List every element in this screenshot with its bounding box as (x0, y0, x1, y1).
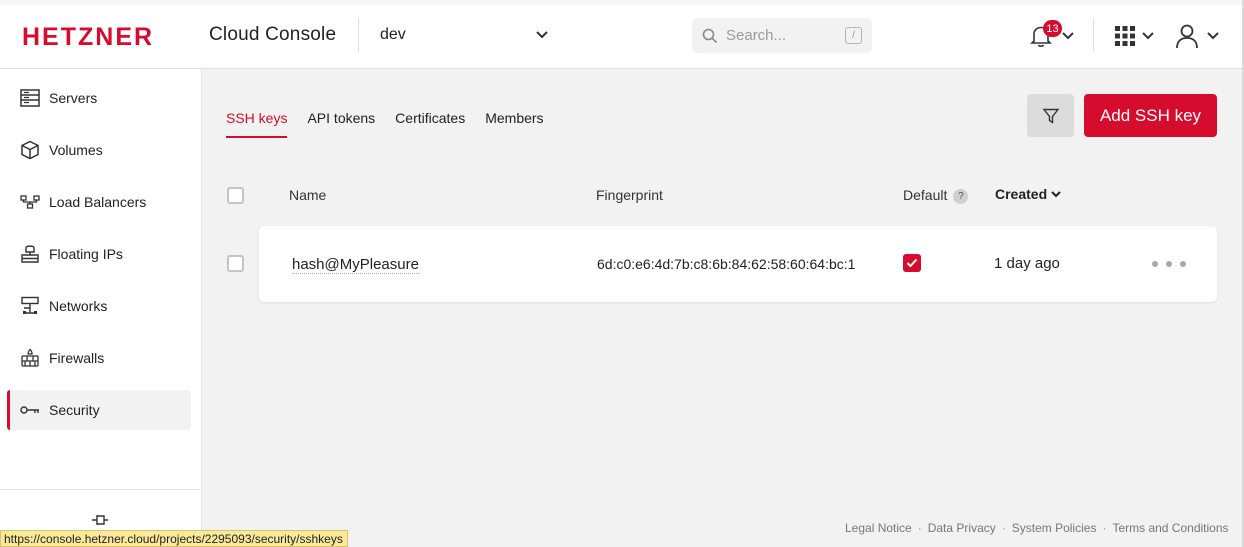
sidebar-divider (0, 489, 201, 490)
tab-certificates[interactable]: Certificates (395, 110, 465, 138)
hetzner-logo[interactable]: HETZNER (22, 25, 194, 47)
chevron-down-icon (1062, 32, 1074, 40)
sidebar: Servers Volumes Load Balancers Floating … (0, 69, 202, 547)
sidebar-item-volumes[interactable]: Volumes (7, 130, 191, 170)
search-input[interactable] (726, 27, 845, 44)
sidebar-item-servers[interactable]: Servers (7, 78, 191, 118)
sidebar-item-load-balancers[interactable]: Load Balancers (7, 182, 191, 222)
sidebar-item-networks[interactable]: Networks (7, 286, 191, 326)
project-select[interactable]: dev (380, 18, 548, 52)
ssh-key-created: 1 day ago (994, 255, 1060, 272)
column-header-default: Default? (903, 187, 969, 204)
column-header-created-label: Created (995, 186, 1048, 202)
floating-ip-icon (20, 244, 40, 264)
footer-separator: · (1102, 521, 1107, 535)
browser-status-url: https://console.hetzner.cloud/projects/2… (0, 530, 348, 547)
sidebar-item-label: Servers (49, 90, 98, 106)
footer-separator: · (917, 521, 922, 535)
security-tabs: SSH keys API tokens Certificates Members (226, 110, 564, 138)
column-header-name[interactable]: Name (289, 187, 326, 203)
row-checkbox[interactable] (227, 255, 244, 272)
column-header-default-label: Default (903, 187, 948, 203)
sidebar-item-label: Volumes (49, 142, 103, 158)
project-select-value: dev (380, 26, 406, 43)
footer-links: Legal Notice · Data Privacy · System Pol… (845, 521, 1229, 535)
chevron-down-icon (1207, 32, 1219, 40)
filter-icon (1042, 108, 1059, 124)
sidebar-item-floating-ips[interactable]: Floating IPs (7, 234, 191, 274)
header-divider (358, 18, 359, 52)
header-top-strip (0, 0, 1244, 5)
footer-link-data-privacy[interactable]: Data Privacy (928, 521, 996, 535)
footer-link-system-policies[interactable]: System Policies (1012, 521, 1097, 535)
select-all-checkbox[interactable] (227, 187, 244, 204)
tab-ssh-keys[interactable]: SSH keys (226, 110, 288, 138)
table-row[interactable]: hash@MyPleasure 6d:c0:e6:4d:7b:c8:6b:84:… (259, 226, 1217, 302)
chevron-down-icon (1142, 32, 1154, 40)
search-shortcut-hint: / (845, 27, 862, 44)
grid-icon (1115, 26, 1135, 46)
default-checkbox[interactable] (903, 254, 921, 272)
network-icon (20, 296, 40, 316)
sidebar-item-firewalls[interactable]: Firewalls (7, 338, 191, 378)
sidebar-item-label: Firewalls (49, 350, 105, 366)
footer-link-legal-notice[interactable]: Legal Notice (845, 521, 912, 535)
firewall-icon (20, 348, 40, 368)
load-balancer-icon (20, 192, 40, 212)
footer-link-terms[interactable]: Terms and Conditions (1112, 521, 1228, 535)
add-ssh-key-button[interactable]: Add SSH key (1084, 94, 1217, 137)
column-header-fingerprint: Fingerprint (596, 187, 663, 203)
apps-menu-button[interactable] (1114, 23, 1160, 49)
sidebar-item-security[interactable]: Security (7, 390, 191, 430)
server-icon (20, 88, 40, 108)
brand-text: HETZNER (22, 25, 154, 47)
checkmark-icon (906, 258, 918, 268)
filter-button[interactable] (1027, 94, 1074, 137)
tab-members[interactable]: Members (485, 110, 543, 138)
dot-icon (1180, 261, 1186, 267)
chevron-down-icon (536, 31, 548, 39)
sidebar-item-label: Networks (49, 298, 108, 314)
footer-separator: · (1001, 521, 1006, 535)
dot-icon (1152, 261, 1158, 267)
tab-api-tokens[interactable]: API tokens (307, 110, 375, 138)
sidebar-item-label: Floating IPs (49, 246, 123, 262)
top-header: HETZNER Cloud Console dev / 13 (0, 0, 1244, 69)
ssh-key-fingerprint: 6d:c0:e6:4d:7b:c8:6b:84:62:58:60:64:bc:1 (597, 256, 856, 272)
app-title: Cloud Console (209, 24, 337, 45)
search-icon (702, 28, 718, 43)
column-header-created[interactable]: Created (995, 186, 1061, 202)
chevron-down-icon (1051, 190, 1061, 197)
help-icon[interactable]: ? (953, 188, 969, 204)
key-icon (20, 400, 40, 420)
header-divider (1093, 18, 1094, 52)
ssh-key-name[interactable]: hash@MyPleasure (292, 256, 419, 274)
user-menu-button[interactable] (1175, 22, 1221, 50)
notifications-button[interactable]: 13 (1028, 20, 1078, 52)
row-actions-menu[interactable] (1152, 254, 1186, 274)
dot-icon (1166, 261, 1172, 267)
cube-icon (20, 140, 40, 160)
pin-sidebar-icon[interactable] (91, 512, 109, 528)
search-box[interactable]: / (692, 18, 872, 53)
user-icon (1176, 24, 1198, 49)
sidebar-item-label: Security (49, 402, 100, 418)
notifications-badge: 13 (1043, 20, 1062, 37)
sidebar-item-label: Load Balancers (49, 194, 147, 210)
